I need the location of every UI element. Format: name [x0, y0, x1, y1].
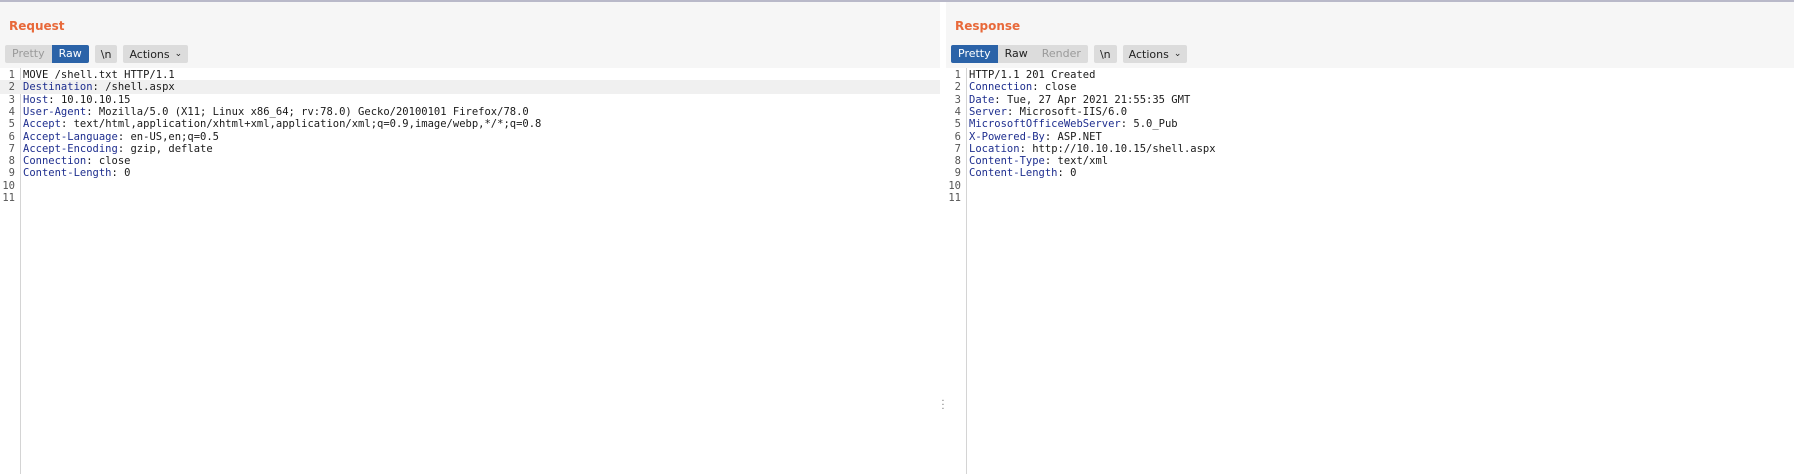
- request-view-tabs: Pretty Raw: [5, 45, 89, 63]
- header-name: Accept-Language: [23, 130, 118, 143]
- header-value: 0: [117, 167, 131, 180]
- header-value: text/html,application/xhtml+xml,applicat…: [67, 118, 542, 131]
- response-tab-render[interactable]: Render: [1034, 45, 1088, 63]
- header-name: Connection: [969, 81, 1033, 94]
- chevron-down-icon: ⌄: [174, 49, 183, 59]
- header-name: Location: [969, 142, 1020, 155]
- request-pane: Request Pretty Raw \n Actions ⌄ 1 MOVE /s…: [0, 2, 940, 474]
- pane-splitter-handle[interactable]: · · ·: [941, 397, 945, 415]
- request-toolbar: Pretty Raw \n Actions ⌄: [5, 45, 189, 63]
- header-name: X-Powered-By: [969, 130, 1045, 143]
- request-actions-button[interactable]: Actions ⌄: [123, 45, 189, 63]
- header-name: Date: [969, 93, 995, 106]
- header-name: Content-Length: [969, 167, 1058, 180]
- response-tab-pretty[interactable]: Pretty: [951, 45, 998, 63]
- header-name: Content-Type: [969, 155, 1045, 168]
- header-value: Tue, 27 Apr 2021 21:55:35 GMT: [1000, 93, 1191, 106]
- header-value: text/xml: [1051, 155, 1109, 168]
- header-name: Content-Length: [23, 167, 112, 180]
- response-editor[interactable]: 1 HTTP/1.1 201 Created 2 Connection: close 3…: [946, 68, 1794, 474]
- request-tab-raw[interactable]: Raw: [51, 45, 89, 63]
- request-title: Request: [9, 19, 65, 33]
- line-number: 11: [2, 192, 15, 204]
- header-name: Host: [23, 93, 49, 106]
- header-name: User-Agent: [23, 105, 87, 118]
- response-actions-label: Actions: [1128, 47, 1169, 61]
- header-value: close: [92, 155, 131, 168]
- header-name: Accept: [23, 118, 61, 131]
- response-toolbar: Pretty Raw Render \n Actions ⌄: [951, 45, 1188, 63]
- header-value: en-US,en;q=0.5: [124, 130, 219, 143]
- response-line: 11: [946, 191, 1794, 205]
- header-name: Connection: [23, 155, 87, 168]
- header-value: 0: [1063, 167, 1077, 180]
- request-actions-label: Actions: [129, 47, 170, 61]
- response-pane: Response Pretty Raw Render \n Actions ⌄ …: [946, 2, 1794, 474]
- response-title: Response: [955, 19, 1021, 33]
- header-value: 5.0_Pub: [1127, 118, 1178, 131]
- response-tab-raw[interactable]: Raw: [997, 45, 1035, 63]
- header-value: Microsoft-IIS/6.0: [1013, 105, 1128, 118]
- request-editor[interactable]: 1 MOVE /shell.txt HTTP/1.1 2 Destination: /…: [0, 68, 940, 474]
- request-tab-pretty[interactable]: Pretty: [5, 45, 52, 63]
- header-name: Destination: [23, 81, 93, 94]
- response-actions-button[interactable]: Actions ⌄: [1122, 45, 1188, 63]
- response-view-tabs: Pretty Raw Render: [951, 45, 1088, 63]
- header-value: gzip, deflate: [124, 142, 213, 155]
- response-newline-toggle[interactable]: \n: [1093, 45, 1117, 63]
- header-value: close: [1038, 81, 1077, 94]
- request-line: 11: [0, 191, 940, 205]
- line-number: 11: [948, 192, 961, 204]
- header-value: http://10.10.10.15/shell.aspx: [1025, 142, 1216, 155]
- request-newline-toggle[interactable]: \n: [94, 45, 118, 63]
- header-value: /shell.aspx: [98, 81, 175, 94]
- chevron-down-icon: ⌄: [1173, 49, 1182, 59]
- header-name: MicrosoftOfficeWebServer: [969, 118, 1121, 131]
- request-header: Request Pretty Raw \n Actions ⌄: [0, 2, 940, 68]
- header-value: ASP.NET: [1051, 130, 1102, 143]
- response-header: Response Pretty Raw Render \n Actions ⌄: [946, 2, 1794, 68]
- header-value: Mozilla/5.0 (X11; Linux x86_64; rv:78.0)…: [92, 105, 529, 118]
- header-value: 10.10.10.15: [54, 93, 131, 106]
- header-name: Server: [969, 105, 1007, 118]
- header-name: Accept-Encoding: [23, 142, 118, 155]
